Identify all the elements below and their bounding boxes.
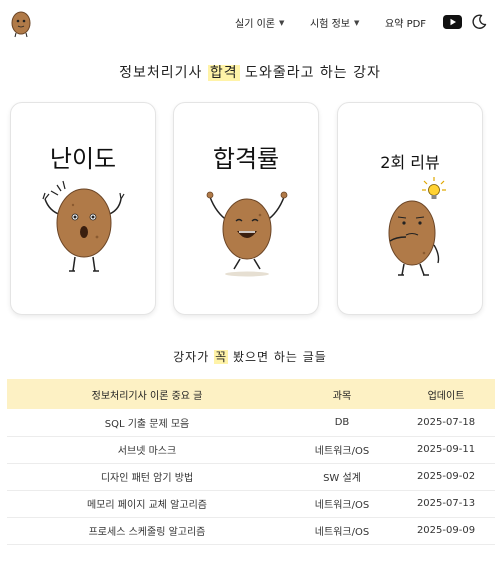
- card-difficulty-title: 난이도: [49, 145, 117, 173]
- nav-exam-info[interactable]: 시험 정보 ▼: [310, 15, 360, 31]
- post-title-link[interactable]: 프로세스 스케줄링 알고리즘: [7, 517, 287, 545]
- section-title: 강자가 꼭 봤으면 하는 글들: [0, 348, 500, 365]
- section-title-highlight: 꼭: [214, 350, 229, 364]
- cheering-potato-illustration: [206, 191, 288, 277]
- section-title-after: 봤으면 하는 글들: [228, 350, 327, 364]
- card-second-review-title: 2회 리뷰: [380, 153, 440, 172]
- youtube-icon[interactable]: [443, 15, 462, 29]
- post-updated-date: 2025-07-18: [397, 409, 495, 437]
- important-posts-table: 정보처리기사 이론 중요 글 과목 업데이트 SQL 기출 문제 모음 DB 2…: [7, 379, 495, 545]
- lightbulb-icon: [422, 177, 446, 199]
- post-subject: 네트워크/OS: [287, 436, 397, 464]
- table-row[interactable]: 디자인 패턴 암기 방법 SW 설계 2025-09-02: [7, 463, 495, 491]
- table-row[interactable]: 메모리 페이지 교체 알고리즘 네트워크/OS 2025-07-13: [7, 490, 495, 518]
- post-subject: DB: [287, 409, 397, 437]
- card-difficulty[interactable]: 난이도: [10, 102, 156, 315]
- post-updated-date: 2025-09-11: [397, 436, 495, 464]
- chevron-down-icon: ▼: [353, 18, 360, 27]
- post-subject: SW 설계: [287, 463, 397, 491]
- column-header-subject: 과목: [287, 379, 397, 409]
- table-row[interactable]: 서브넷 마스크 네트워크/OS 2025-09-11: [7, 436, 495, 464]
- headline-text-after: 도와줄라고 하는 강자: [239, 65, 381, 81]
- column-header-title: 정보처리기사 이론 중요 글: [7, 379, 287, 409]
- post-title-link[interactable]: 서브넷 마스크: [7, 436, 287, 464]
- post-title-link[interactable]: 메모리 페이지 교체 알고리즘: [7, 490, 287, 518]
- table-header-row: 정보처리기사 이론 중요 글 과목 업데이트: [7, 379, 495, 409]
- headline-highlight: 합격: [207, 65, 240, 81]
- nav-practical-theory-label: 실기 이론: [235, 19, 275, 30]
- headline-text-before: 정보처리기사: [119, 65, 208, 81]
- nav-summary-pdf[interactable]: 요약 PDF: [385, 15, 426, 30]
- card-pass-rate[interactable]: 합격률: [173, 102, 319, 315]
- nav-practical-theory[interactable]: 실기 이론 ▼: [235, 15, 285, 31]
- card-pass-rate-title: 합격률: [212, 145, 280, 173]
- post-updated-date: 2025-09-09: [397, 517, 495, 545]
- thinking-potato-illustration: [388, 177, 446, 276]
- post-subject: 네트워크/OS: [287, 490, 397, 518]
- potato-logo-icon[interactable]: [10, 10, 32, 38]
- section-title-before: 강자가: [173, 350, 215, 364]
- table-row[interactable]: SQL 기출 문제 모음 DB 2025-07-18: [7, 409, 495, 437]
- nav-summary-pdf-label: 요약 PDF: [385, 19, 427, 30]
- surprised-potato-illustration: [42, 180, 125, 272]
- card-second-review[interactable]: 2회 리뷰: [337, 102, 483, 315]
- post-subject: 네트워크/OS: [287, 517, 397, 545]
- nav-exam-info-label: 시험 정보: [310, 19, 350, 30]
- column-header-updated: 업데이트: [397, 379, 495, 409]
- post-updated-date: 2025-09-02: [397, 463, 495, 491]
- page-headline: 정보처리기사 합격 도와줄라고 하는 강자: [0, 62, 500, 82]
- top-nav: 실기 이론 ▼ 시험 정보 ▼ 요약 PDF: [0, 0, 500, 46]
- post-updated-date: 2025-07-13: [397, 490, 495, 518]
- post-title-link[interactable]: 디자인 패턴 암기 방법: [7, 463, 287, 491]
- chevron-down-icon: ▼: [278, 18, 285, 27]
- post-title-link[interactable]: SQL 기출 문제 모음: [7, 409, 287, 437]
- table-row[interactable]: 프로세스 스케줄링 알고리즘 네트워크/OS 2025-09-09: [7, 517, 495, 545]
- moon-icon[interactable]: [471, 14, 487, 30]
